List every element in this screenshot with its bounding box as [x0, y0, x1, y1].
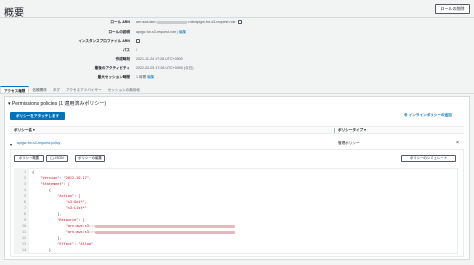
line-number: 7: [24, 206, 26, 210]
path-label: パス: [122, 48, 130, 52]
tab-tags[interactable]: タグ: [50, 86, 63, 93]
line-number: 4: [24, 188, 26, 192]
add-inline-policy-link[interactable]: ⊕ インラインポリシーの追加: [404, 113, 452, 118]
tab-access-advisor[interactable]: アクセスアドバイザー: [63, 86, 105, 93]
tab-revoke-sessions[interactable]: セッションの無効化: [105, 86, 143, 93]
code-line: ],: [32, 212, 62, 216]
line-number: 14: [22, 248, 26, 252]
role-arn-label: ロール ARN: [110, 20, 130, 24]
code-line: "arn:aws:s3:::: [32, 224, 236, 228]
code-line: "s3:List*": [32, 206, 87, 210]
code-line: "Version": "2012-10-17",: [32, 176, 92, 180]
instance-profile-value: [136, 39, 140, 44]
instance-profile-label: インスタンスプロファイル ARN: [78, 39, 130, 43]
tab-permissions[interactable]: アクセス権限: [0, 86, 30, 93]
max-session-label: 最大セッション時間: [97, 75, 130, 79]
last-activity-label: 最後のアクティビティ: [94, 66, 130, 70]
path-value: /: [136, 48, 137, 52]
code-line: }: [32, 248, 51, 252]
column-policy-name[interactable]: ポリシー名 ▾: [14, 127, 35, 134]
line-number: 11: [22, 230, 26, 234]
code-line: {: [32, 188, 51, 192]
role-description-value: apigw-for-s3-request-role | 編集: [136, 30, 187, 34]
role-description-label: ロールの説明: [108, 30, 130, 34]
code-line: {: [32, 170, 35, 174]
delete-role-button[interactable]: ロールの削除: [435, 4, 470, 14]
redacted-resource: [95, 230, 236, 234]
copy-icon[interactable]: [136, 39, 140, 44]
line-number: 6: [24, 200, 26, 204]
line-number: 5: [24, 194, 26, 198]
attach-policy-button[interactable]: ポリシーをアタッチします: [10, 112, 65, 120]
policy-type-value: 管理ポリシー: [338, 141, 360, 145]
copy-icon[interactable]: [237, 20, 242, 25]
code-line: "Statement": [: [32, 182, 70, 186]
permissions-heading[interactable]: ▾ Permissions policies (1 適用済みポリシー): [8, 100, 106, 107]
line-number: 10: [22, 224, 26, 228]
last-activity-value: 2022-02-03 17:26 UTC+0900 (今日): [136, 66, 194, 70]
line-number: 12: [22, 236, 26, 240]
simulate-policy-button[interactable]: ポリシーのシミュレート: [401, 155, 456, 162]
edit-description-link[interactable]: 編集: [179, 30, 186, 34]
edit-policy-button[interactable]: ポリシーの編集: [75, 155, 105, 162]
policy-table-header: [10, 126, 464, 134]
created-value: 2021-11-24 17:28 UTC+0900: [136, 57, 183, 61]
expand-row-icon[interactable]: ▾: [10, 142, 12, 147]
max-session-value: 1 時間 編集: [136, 75, 155, 79]
code-line: "arn:aws:s3:::: [32, 230, 236, 234]
line-number: 3: [24, 182, 26, 186]
sort-down-icon: ▾: [31, 128, 35, 132]
json-button[interactable]: { } JSON: [46, 155, 68, 162]
tab-trust-relationships[interactable]: 信頼関係: [29, 86, 49, 93]
line-number: 2: [24, 176, 26, 180]
policy-name-link[interactable]: apigw-for-s3-request-policy: [17, 141, 60, 145]
remove-policy-icon[interactable]: ×: [456, 140, 459, 146]
line-number: 9: [24, 218, 26, 222]
policy-summary-button[interactable]: ポリシー概要: [14, 155, 44, 162]
edit-max-session-link[interactable]: 編集: [147, 75, 154, 79]
redacted-account-id: [157, 20, 188, 24]
role-arn-value: arn:aws:iam:::role/apigw-for-s3-request-…: [136, 20, 242, 25]
code-line: "Action": [: [32, 194, 81, 198]
code-line: "Resource": [: [32, 218, 85, 222]
line-number: 8: [24, 212, 26, 216]
line-number: 13: [22, 242, 26, 246]
sort-down-icon: ▾: [363, 128, 366, 132]
code-line: "s3:Get*",: [32, 200, 87, 204]
redacted-resource: [95, 224, 236, 228]
tab-bar: アクセス権限 信頼関係 タグ アクセスアドバイザー セッションの無効化: [0, 86, 474, 94]
code-line: "Effect": "Allow": [32, 242, 94, 246]
column-separator: [334, 128, 335, 133]
line-number: 1: [24, 170, 26, 174]
created-label: 作成時刻: [115, 57, 130, 61]
code-line: ],: [32, 236, 62, 240]
column-policy-type[interactable]: ポリシータイプ ▾: [338, 127, 366, 134]
header-divider: [0, 17, 474, 18]
